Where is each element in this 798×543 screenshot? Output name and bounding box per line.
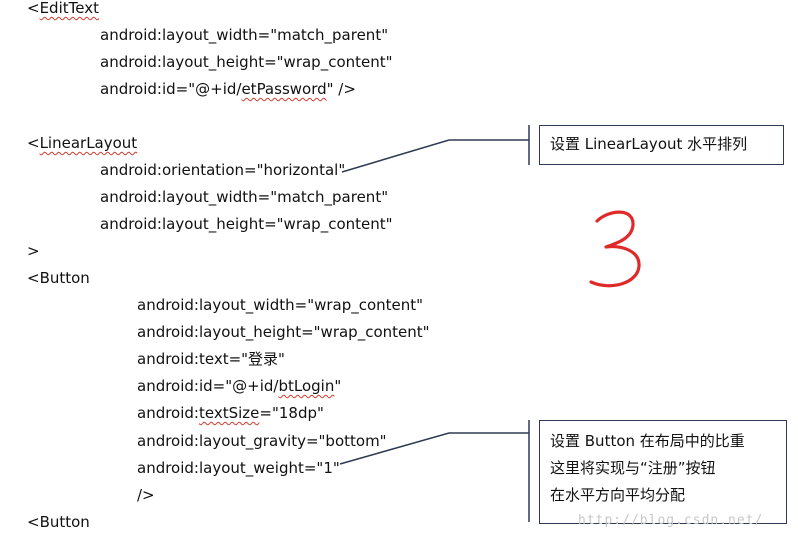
code-tag: btLogin [278,377,335,395]
code-line-b1-id: android:id="@+id/btLogin" [137,376,341,396]
watermark: http://blog.csdn.net/ [578,513,764,528]
callout-orientation: 设置 LinearLayout 水平排列 [539,125,784,165]
callout-text: 这里将实现与“注册”按钮 [550,459,716,477]
code-text: android:id="@+id/ [100,80,242,98]
code-line-ll-open: <LinearLayout [27,133,137,153]
code-line-ll-height: android:layout_height="wrap_content" [100,215,393,233]
code-line-b1-text: android:text="登录" [137,350,285,368]
callout-text: 在水平方向平均分配 [550,486,686,504]
callout-weight: 设置 Button 在布局中的比重 这里将实现与“注册”按钮 在水平方向平均分配 [539,420,787,524]
callout-text: 设置 Button 在布局中的比重 [550,432,745,450]
code-text: " /> [326,80,356,98]
code-line-et-width: android:layout_width="match_parent" [100,26,389,44]
code-tag: EditText [39,0,99,17]
handwritten-three [589,210,641,288]
code-line-button1-open: <Button [27,269,90,287]
code-line-edittext-open: <EditText [27,0,99,18]
code-line-et-id: android:id="@+id/etPassword" /> [100,79,356,99]
code-line-b1-weight: android:layout_weight="1" [137,459,340,477]
code-line-b1-textsize: android:textSize="18dp" [137,403,324,423]
code-text: < [27,134,40,152]
code-line-b1-width: android:layout_width="wrap_content" [137,296,424,314]
callout-text: 设置 LinearLayout 水平排列 [550,135,748,153]
code-text: android:id="@+id/ [137,377,279,395]
code-tag: LinearLayout [39,134,138,152]
code-line-ll-width: android:layout_width="match_parent" [100,188,389,206]
code-tag: textSize [198,404,260,422]
code-text: ="18dp" [259,404,324,422]
code-text: android: [137,404,199,422]
code-line-b1-close: /> [137,486,155,504]
code-line-ll-close: > [27,242,40,260]
code-line-button2-open: <Button [27,513,90,531]
leader-line-orientation [341,139,529,173]
code-line-b1-height: android:layout_height="wrap_content" [137,323,430,341]
code-line-ll-orientation: android:orientation="horizontal" [100,161,346,179]
code-line-b1-gravity: android:layout_gravity="bottom" [137,432,387,450]
code-tag: etPassword [241,80,327,98]
code-line-et-height: android:layout_height="wrap_content" [100,53,393,71]
code-text: < [27,0,40,17]
code-text: " [334,377,342,395]
